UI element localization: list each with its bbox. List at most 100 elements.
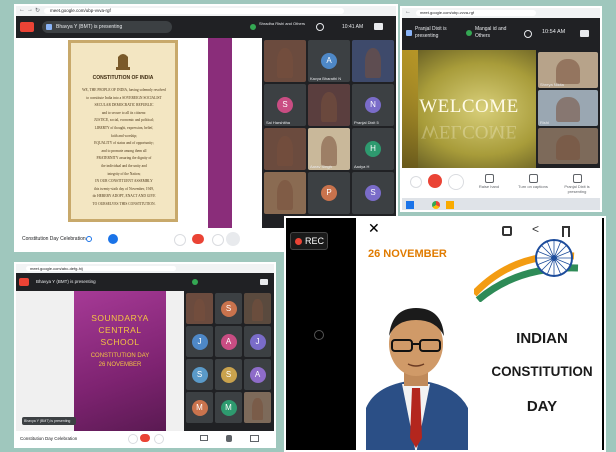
- chrome-icon[interactable]: [432, 201, 440, 209]
- chat-icon[interactable]: [374, 23, 383, 30]
- preamble-line: this twenty-sixth day of November, 1949,: [94, 186, 154, 191]
- participant-tile[interactable]: [244, 392, 271, 423]
- present-button[interactable]: [226, 232, 240, 246]
- participant-tile[interactable]: S: [215, 293, 242, 324]
- participant-tile[interactable]: [264, 128, 306, 170]
- meeting-title: Constitution Day Celebration: [22, 236, 86, 242]
- participant-tile[interactable]: [264, 172, 306, 214]
- participant-tile[interactable]: P: [308, 172, 350, 214]
- taskbar-2: [402, 198, 600, 210]
- control-items: Raise hand Turn on captions Pranjal Dixit …: [468, 172, 600, 196]
- join-chip-2[interactable]: Mangal id and Others: [466, 24, 516, 44]
- people-count-icon[interactable]: [316, 23, 324, 31]
- participant-tile[interactable]: A Kavya Bharathi N: [308, 40, 350, 82]
- participant-name: Kavya Bharathi N: [310, 76, 342, 81]
- address-bar-2[interactable]: meet.google.com/ubp-vvva-rgf: [416, 10, 536, 16]
- participant-tile[interactable]: N Pranjal Dixit 5: [352, 84, 394, 126]
- address-bar[interactable]: meet.google.com/ubp-vvva-rgf: [44, 8, 344, 14]
- participant-tile[interactable]: Aarav Singh: [308, 128, 350, 170]
- chat-icon[interactable]: [580, 30, 589, 37]
- camera-button[interactable]: [154, 434, 164, 444]
- back-arrow-icon[interactable]: ←: [19, 7, 25, 13]
- presentation-area: CONSTITUTION OF INDIA WE, THE PEOPLE OF …: [16, 38, 262, 228]
- control-present[interactable]: Pranjal Dixit is presenting: [556, 172, 598, 196]
- forward-arrow-icon[interactable]: →: [27, 7, 33, 13]
- participant-tile[interactable]: H Aadya H: [352, 128, 394, 170]
- participant-tile[interactable]: [186, 293, 213, 324]
- participant-tile[interactable]: [264, 40, 306, 82]
- presenting-caption: Bhavya Y (BMT) is presenting: [22, 417, 76, 425]
- ambedkar-portrait: [366, 308, 468, 450]
- participant-tile[interactable]: Shreya Nikita: [538, 52, 598, 88]
- mic-button[interactable]: [174, 234, 186, 246]
- control-hand[interactable]: Raise hand: [468, 172, 510, 196]
- participant-tile[interactable]: [352, 40, 394, 82]
- participant-tile[interactable]: A: [244, 359, 271, 390]
- participant-tile[interactable]: [538, 128, 598, 164]
- participant-tile[interactable]: M: [186, 392, 213, 423]
- participant-tile[interactable]: [244, 293, 271, 324]
- rec-button[interactable]: REC: [290, 232, 328, 250]
- people-icon: [466, 30, 472, 36]
- participant-grid-3: SJAJSSAMM: [184, 291, 274, 431]
- slide-line-4: CONSTITUTION DAY: [90, 353, 150, 359]
- address-bar-3[interactable]: meet.google.com/abc-defg-hij: [26, 266, 176, 271]
- camera-button[interactable]: [448, 174, 464, 190]
- presenter-chip-2[interactable]: Pranjal Dixit is presenting: [406, 24, 460, 44]
- end-call-button[interactable]: [428, 174, 442, 188]
- participant-avatar: J: [191, 333, 208, 350]
- hangup-button[interactable]: [140, 434, 150, 442]
- participant-name: Rishi: [540, 120, 549, 125]
- welcome-reflection: WELCOME: [420, 121, 518, 142]
- meeting-title-3: Constitution Day Celebration: [20, 436, 78, 441]
- camera-button[interactable]: [212, 234, 224, 246]
- mic-button[interactable]: [128, 434, 138, 444]
- participant-tile[interactable]: M: [215, 392, 242, 423]
- participant-avatar: H: [365, 141, 381, 157]
- start-icon[interactable]: [406, 201, 414, 209]
- participant-avatar: M: [191, 399, 208, 416]
- participant-tile[interactable]: J: [186, 326, 213, 357]
- close-icon[interactable]: ✕: [368, 220, 380, 237]
- reload-icon[interactable]: ↻: [35, 7, 40, 14]
- present-icon[interactable]: [250, 435, 259, 442]
- hangup-button[interactable]: [410, 176, 422, 188]
- captions-icon[interactable]: [200, 435, 208, 441]
- participant-grid-1: A Kavya Bharathi N S Sai Harshitha N Pranjal …: [262, 38, 396, 220]
- people-count-icon[interactable]: [524, 30, 532, 38]
- participant-avatar: S: [220, 366, 237, 383]
- participant-tile[interactable]: Rishi: [538, 90, 598, 126]
- participant-tile[interactable]: S: [215, 359, 242, 390]
- chat-icon[interactable]: [260, 279, 268, 285]
- slide-line-3: SCHOOL: [100, 337, 140, 347]
- participant-name: Shreya Nikita: [540, 82, 564, 87]
- back-arrow-icon[interactable]: ←: [405, 9, 411, 15]
- presenter-chip[interactable]: Bhavya Y (BMT) is presenting: [42, 21, 172, 33]
- participant-tile[interactable]: [308, 84, 350, 126]
- control-label: Turn on captions: [518, 184, 548, 189]
- browser-bar-2: ← meet.google.com/ubp-vvva-rgf: [402, 8, 600, 18]
- preamble-line: JUSTICE, social, economic and political;: [94, 118, 154, 123]
- control-label: Pranjal Dixit is presenting: [564, 184, 590, 194]
- participant-video: [276, 180, 294, 210]
- preamble-line: WE, THE PEOPLE OF INDIA, having solemnly…: [82, 88, 166, 92]
- participant-tile[interactable]: S Sai Harshitha: [264, 84, 306, 126]
- raise-hand-icon[interactable]: [226, 435, 232, 442]
- hangup-button[interactable]: [192, 234, 204, 244]
- participant-tile[interactable]: A: [215, 326, 242, 357]
- join-chip[interactable]: Shradha Rishi and Others: [250, 21, 308, 33]
- participant-video: [252, 299, 263, 321]
- explorer-icon[interactable]: [446, 201, 454, 209]
- participant-video: [276, 136, 294, 166]
- participant-video: [194, 299, 205, 321]
- participant-video: [320, 92, 338, 122]
- preamble-lines: WE, THE PEOPLE OF INDIA, having solemnly…: [77, 87, 171, 209]
- participant-tile[interactable]: J: [244, 326, 271, 357]
- participant-video: [556, 59, 580, 85]
- preamble-line: and to secure to all its citizens:: [101, 110, 147, 115]
- participant-tile[interactable]: S: [352, 172, 394, 214]
- participant-tile[interactable]: S: [186, 359, 213, 390]
- control-captions[interactable]: Turn on captions: [512, 172, 554, 196]
- participant-avatar: A: [249, 366, 266, 383]
- info-icon[interactable]: [86, 236, 92, 242]
